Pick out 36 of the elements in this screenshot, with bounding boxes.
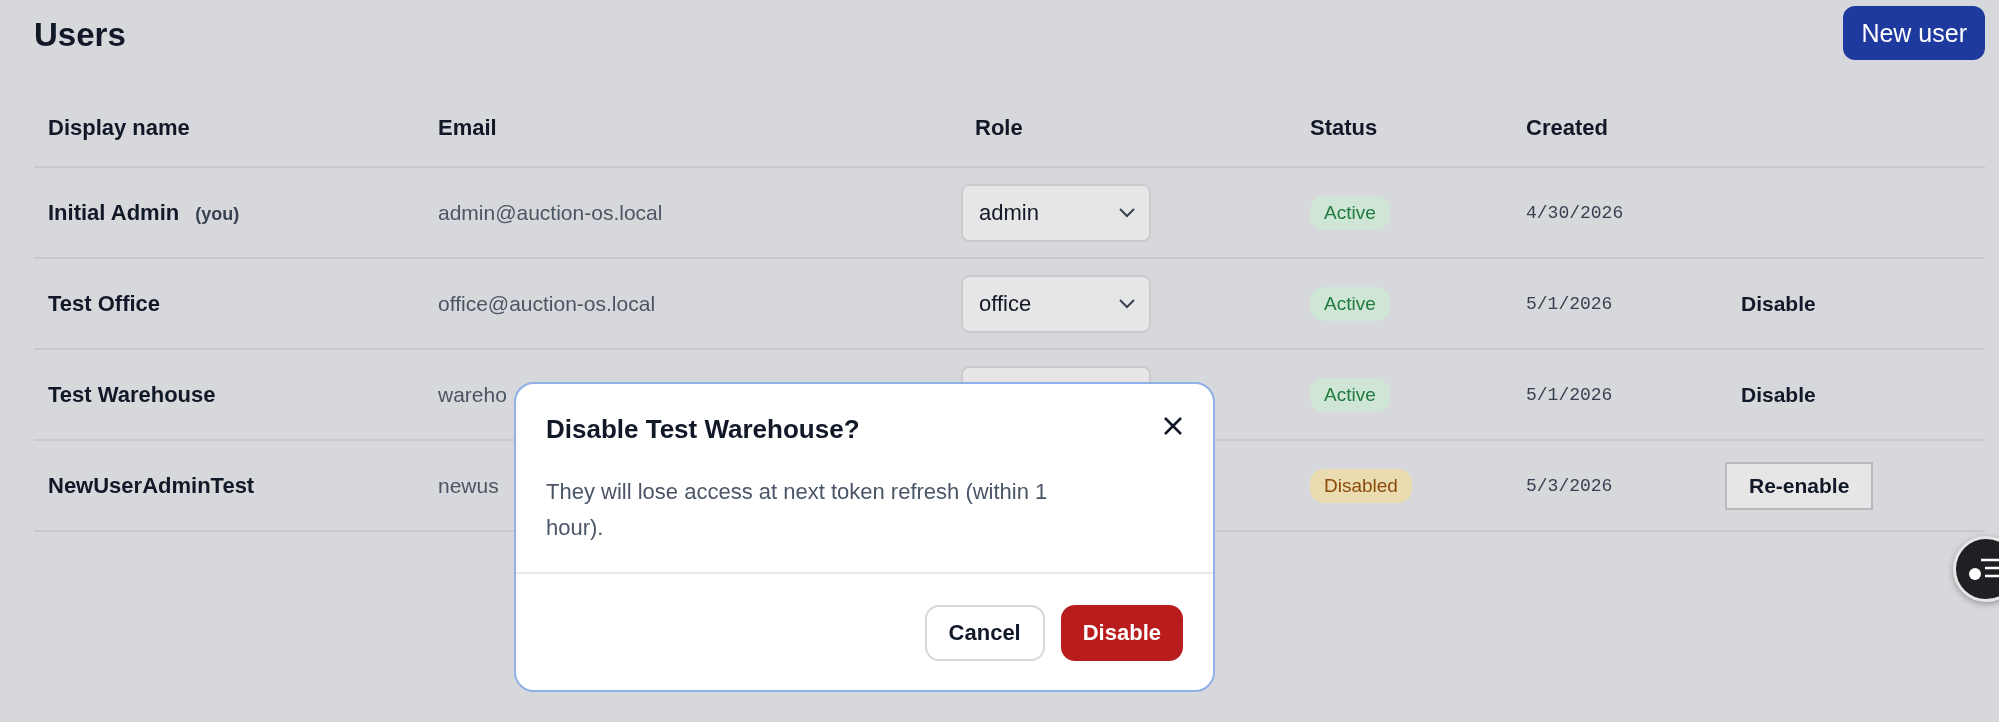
created-date: 5/1/2026 xyxy=(1525,384,1614,405)
list-icon xyxy=(1968,557,1999,581)
new-user-button[interactable]: New user xyxy=(1843,6,1985,60)
cancel-button[interactable]: Cancel xyxy=(924,605,1045,661)
created-date: 5/3/2026 xyxy=(1525,475,1614,496)
you-tag: (you) xyxy=(195,203,240,225)
role-select[interactable]: admin xyxy=(961,183,1151,242)
page-title: Users xyxy=(34,16,126,54)
status-badge: Disabled xyxy=(1310,468,1412,503)
status-badge: Active xyxy=(1310,286,1390,321)
user-email: newus xyxy=(438,473,499,497)
disable-button[interactable]: Disable xyxy=(1060,605,1183,661)
created-date: 4/30/2026 xyxy=(1525,202,1625,223)
status-badge: Active xyxy=(1310,195,1390,230)
user-email: office@auction-os.local xyxy=(438,291,656,315)
user-name: Test Warehouse xyxy=(48,381,216,408)
user-email: admin@auction-os.local xyxy=(438,200,663,224)
status-badge: Active xyxy=(1310,377,1390,412)
dialog-title: Disable Test Warehouse? xyxy=(546,414,860,445)
chevron-down-icon xyxy=(1119,207,1135,218)
user-name: Test Office xyxy=(48,290,161,317)
column-header: Role xyxy=(974,115,1024,141)
disable-button[interactable]: Disable xyxy=(1727,285,1830,322)
created-date: 5/1/2026 xyxy=(1525,293,1614,314)
re-enable-button[interactable]: Re-enable xyxy=(1725,461,1874,510)
column-header: Email xyxy=(437,115,498,141)
column-header: Created xyxy=(1525,115,1609,141)
user-email: wareho xyxy=(438,382,507,406)
user-name: Initial Admin xyxy=(48,199,180,226)
dialog-message: They will lose access at next token refresh (within 1 hour). xyxy=(546,478,1049,542)
role-select[interactable]: office xyxy=(961,274,1151,333)
chevron-down-icon xyxy=(1119,298,1135,309)
column-header: Display name xyxy=(47,115,191,141)
column-header: Status xyxy=(1309,115,1379,141)
user-name: NewUserAdminTest xyxy=(48,472,255,499)
disable-button[interactable]: Disable xyxy=(1727,376,1830,413)
